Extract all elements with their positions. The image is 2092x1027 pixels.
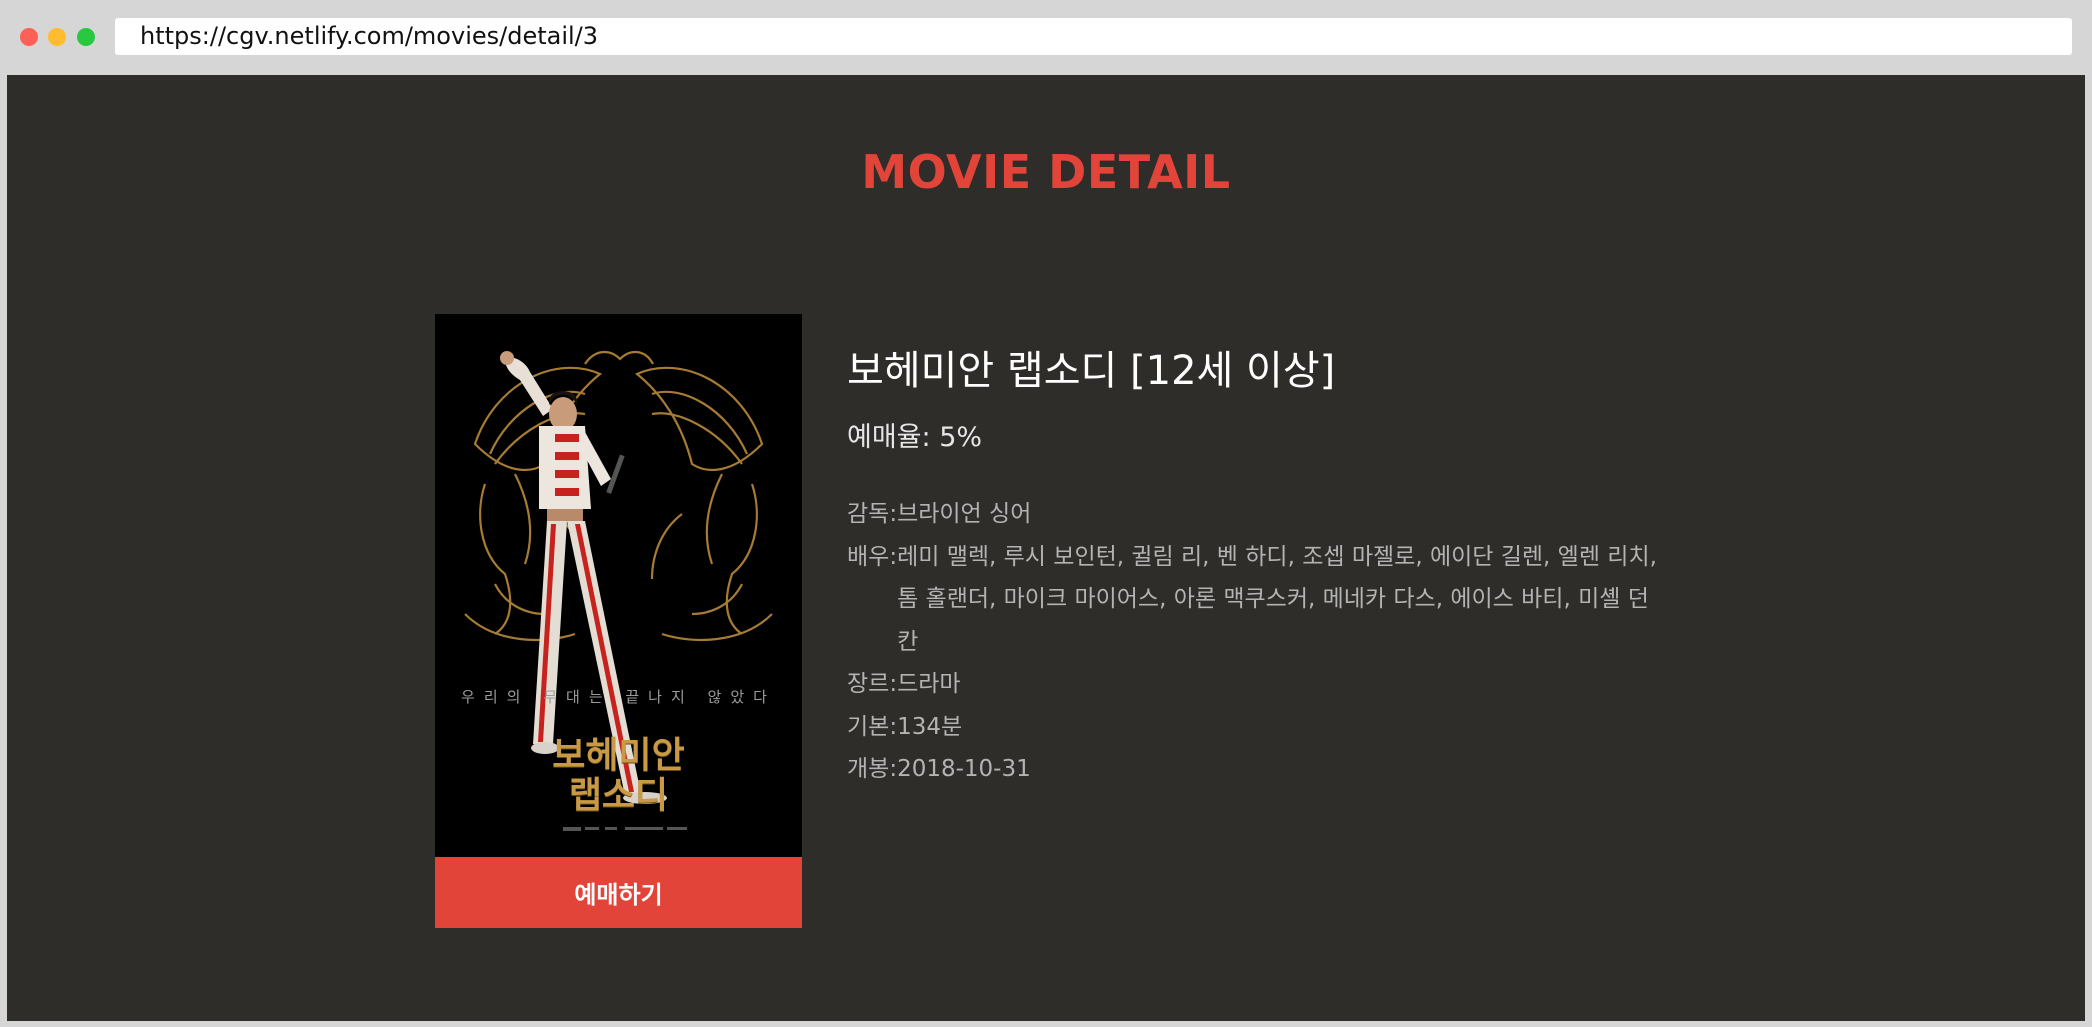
address-bar[interactable]: https://cgv.netlify.com/movies/detail/3 xyxy=(115,18,2072,55)
maximize-window-button[interactable] xyxy=(77,28,95,46)
close-window-button[interactable] xyxy=(20,28,38,46)
movie-title: 보헤미안 랩소디 [12세 이상] xyxy=(847,348,1336,394)
runtime-row: 기본: 134분 xyxy=(847,706,1747,749)
movie-poster-card: 우리의 무대는 끝나지 않았다 보헤미안 랩소디 예매하기 xyxy=(435,314,802,928)
cast-value: 레미 맬렉, 루시 보인턴, 귈림 리, 벤 하디, 조셉 마젤로, 에이단 길… xyxy=(897,543,1657,655)
cast-label: 배우: xyxy=(847,543,898,570)
genre-value: 드라마 xyxy=(897,671,961,697)
page-content: MOVIE DETAIL 우리의 무대는 끝나지 않았다 보헤미안 랩소디 예매… xyxy=(7,75,2085,1021)
release-row: 개봉: 2018-10-31 xyxy=(847,748,1747,791)
poster-logo: 보헤미안 랩소디 xyxy=(435,736,802,816)
movie-poster-image[interactable]: 우리의 무대는 끝나지 않았다 보헤미안 랩소디 xyxy=(435,314,802,857)
runtime-label: 기본: xyxy=(847,713,898,740)
release-value: 2018-10-31 xyxy=(897,756,1031,782)
book-ticket-button[interactable]: 예매하기 xyxy=(435,857,802,928)
poster-logo-line-1: 보헤미안 xyxy=(552,735,685,776)
page-title: MOVIE DETAIL xyxy=(861,145,1231,199)
browser-titlebar: https://cgv.netlify.com/movies/detail/3 xyxy=(0,0,2092,73)
browser-window: https://cgv.netlify.com/movies/detail/3 … xyxy=(0,0,2092,1027)
poster-logo-line-2: 랩소디 xyxy=(568,775,669,816)
poster-tagline: 우리의 무대는 끝나지 않았다 xyxy=(461,688,776,706)
director-label: 감독: xyxy=(847,501,898,527)
director-value: 브라이언 싱어 xyxy=(897,501,1032,527)
movie-details: 감독: 브라이언 싱어 배우: 레미 맬렉, 루시 보인턴, 귈림 리, 벤 하… xyxy=(847,493,1747,791)
director-row: 감독: 브라이언 싱어 xyxy=(847,493,1747,536)
release-label: 개봉: xyxy=(847,756,898,782)
genre-row: 장르: 드라마 xyxy=(847,663,1747,706)
movie-info: 보헤미안 랩소디 [12세 이상] 예매율: 5% 감독: 브라이언 싱어 배우… xyxy=(847,343,1747,791)
cast-row: 배우: 레미 맬렉, 루시 보인턴, 귈림 리, 벤 하디, 조셉 마젤로, 에… xyxy=(847,536,1747,664)
booking-rate: 예매율: 5% xyxy=(847,422,983,453)
minimize-window-button[interactable] xyxy=(48,28,66,46)
genre-label: 장르: xyxy=(847,671,898,697)
runtime-value: 134분 xyxy=(897,713,963,740)
